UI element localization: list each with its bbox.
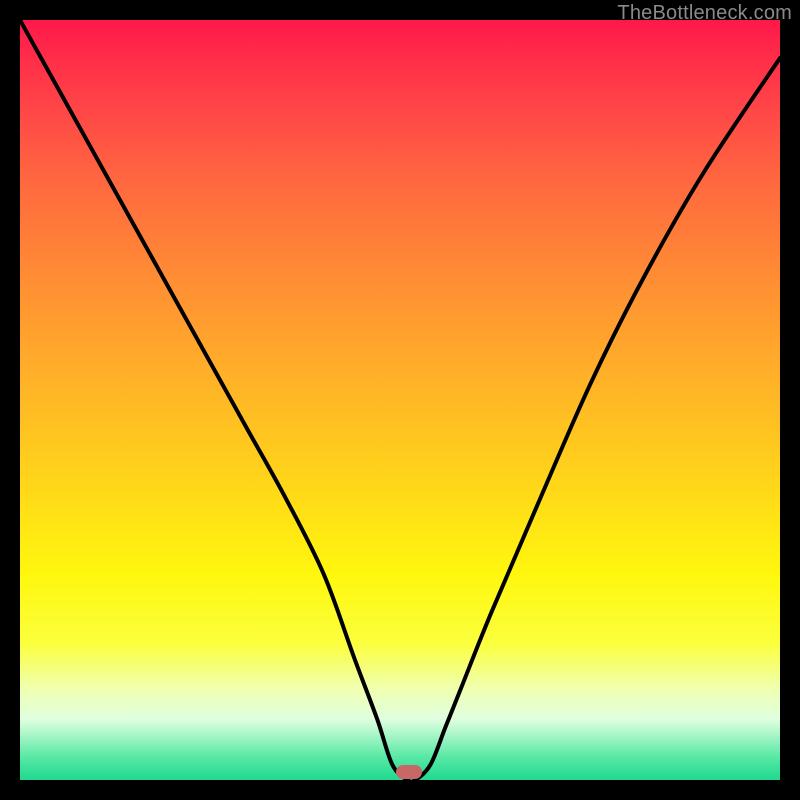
bottleneck-marker — [396, 765, 422, 779]
chart-frame: TheBottleneck.com — [0, 0, 800, 800]
watermark-text: TheBottleneck.com — [617, 2, 792, 25]
bottleneck-curve — [20, 20, 780, 780]
plot-area — [20, 20, 780, 780]
curve-svg — [20, 20, 780, 780]
